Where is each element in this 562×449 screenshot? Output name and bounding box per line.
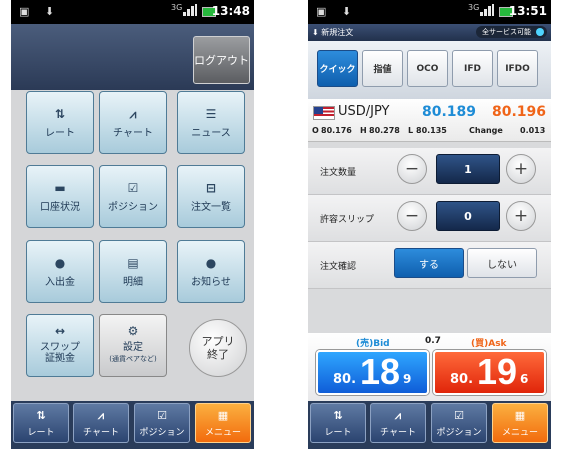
tab-position[interactable]: ☑ ポジション (431, 403, 487, 443)
rate-arrows-icon: ⇅ (36, 409, 46, 422)
menu-statement-button[interactable]: ▤ 明細 (99, 240, 167, 303)
menu-deposit-withdraw-button[interactable]: ● 入出金 (26, 240, 94, 303)
clock: 13:48 (211, 4, 250, 18)
menu-notice-button[interactable]: ● お知らせ (177, 240, 245, 303)
open-value: 80.176 (321, 126, 352, 135)
logout-button[interactable]: ログアウト (193, 36, 250, 84)
order-type-limit[interactable]: 指値 (362, 50, 403, 87)
notice-icon: ● (205, 256, 217, 270)
bid-label: (売)Bid (356, 339, 390, 349)
low-value: 80.135 (416, 126, 447, 135)
tab-rate[interactable]: ⇅ レート (310, 403, 366, 443)
order-type-ifd[interactable]: IFD (452, 50, 493, 87)
confirm-yes-button[interactable]: する (394, 248, 464, 278)
account-card-icon: ▬ (54, 181, 66, 195)
position-check-icon: ☑ (454, 409, 464, 422)
quote-panel: USD/JPY 80.189 80.196 O 80.176 H 80.278 … (308, 99, 551, 142)
exit-app-button[interactable]: アプリ 終了 (189, 319, 247, 377)
menu-swap-margin-button[interactable]: ↔ スワップ 証拠金 (26, 314, 94, 377)
sell-bid-button[interactable]: 80. 18 9 (316, 350, 429, 395)
tab-menu[interactable]: ▦ メニュー (492, 403, 548, 443)
bid-quote: 80.189 (422, 104, 477, 120)
quantity-value[interactable]: 1 (436, 154, 500, 184)
menu-grid-icon: ▦ (514, 409, 526, 422)
rate-arrows-icon: ⇅ (333, 409, 343, 422)
confirm-row: 注文確認 する しない (308, 242, 551, 289)
ask-pip: 6 (520, 372, 529, 386)
buy-ask-button[interactable]: 80. 19 6 (433, 350, 546, 395)
tab-rate[interactable]: ⇅ レート (13, 403, 69, 443)
tab-position[interactable]: ☑ ポジション (134, 403, 190, 443)
order-title: 新規注文 (321, 28, 354, 37)
bottom-tab-bar: ⇅ レート ⩘ チャート ☑ ポジション ▦ メニュー (11, 401, 254, 449)
tab-chart[interactable]: ⩘ チャート (73, 403, 129, 443)
ask-quote: 80.196 (492, 104, 547, 120)
slippage-increment-button[interactable]: + (506, 201, 536, 231)
status-bar: ▣ ⬇ 3G 13:51 (308, 0, 551, 24)
service-status-badge: 全サービス可能 (476, 26, 547, 38)
quantity-label: 注文数量 (320, 168, 357, 178)
rate-arrows-icon: ⇅ (54, 107, 66, 121)
menu-order-list-button[interactable]: ⊟ 注文一覧 (177, 165, 245, 228)
order-type-ifdo[interactable]: IFDO (497, 50, 538, 87)
ask-big-figure: 19 (477, 351, 518, 392)
menu-chart-button[interactable]: ⩘ チャート (99, 91, 167, 154)
position-check-icon: ☑ (127, 181, 139, 195)
status-dot-icon (536, 28, 544, 36)
money-bag-icon: ● (54, 256, 66, 270)
chart-icon: ⩘ (129, 107, 137, 121)
network-type-indicator: 3G (468, 3, 480, 12)
tab-menu[interactable]: ▦ メニュー (195, 403, 251, 443)
chart-icon: ⩘ (97, 409, 105, 422)
clock: 13:51 (508, 4, 547, 18)
bottom-tab-bar: ⇅ レート ⩘ チャート ☑ ポジション ▦ メニュー (308, 401, 551, 449)
quantity-decrement-button[interactable]: − (397, 154, 427, 184)
change-value: 0.013 (520, 126, 546, 135)
slippage-label: 許容スリップ (320, 215, 375, 225)
tab-chart[interactable]: ⩘ チャート (370, 403, 426, 443)
menu-account-status-button[interactable]: ▬ 口座状況 (26, 165, 94, 228)
slippage-value[interactable]: 0 (436, 201, 500, 231)
news-icon: ☰ (205, 107, 217, 121)
menu-news-button[interactable]: ☰ ニュース (177, 91, 245, 154)
order-list-icon: ⊟ (205, 181, 217, 195)
swap-arrows-icon: ↔ (54, 324, 66, 338)
app-header: ログアウト (11, 24, 254, 90)
menu-rate-button[interactable]: ⇅ レート (26, 91, 94, 154)
status-bar: ▣ ⬇ 3G 13:48 (11, 0, 254, 24)
ask-label: (買)Ask (471, 339, 507, 349)
chart-icon: ⩘ (394, 409, 402, 422)
order-type-oco[interactable]: OCO (407, 50, 448, 87)
bid-pip: 9 (403, 372, 412, 386)
spread-value: 0.7 (425, 336, 441, 346)
new-order-screen: ▣ ⬇ 3G 13:51 ⬇ 新規注文 全サービス可能 クイック 指値 OCO … (308, 0, 551, 449)
menu-position-button[interactable]: ☑ ポジション (99, 165, 167, 228)
order-type-quick[interactable]: クイック (317, 50, 358, 87)
confirm-label: 注文確認 (320, 262, 357, 272)
us-flag-icon (313, 106, 335, 120)
price-panel: (売)Bid 0.7 (買)Ask 80. 18 9 80. 19 6 (308, 333, 551, 401)
statement-icon: ▤ (127, 256, 139, 270)
order-header: ⬇ 新規注文 全サービス可能 (308, 24, 551, 41)
high-value: 80.278 (369, 126, 400, 135)
currency-pair[interactable]: USD/JPY (338, 104, 390, 119)
quantity-row: 注文数量 − 1 + (308, 148, 551, 195)
gear-icon: ⚙ (127, 324, 139, 338)
network-type-indicator: 3G (171, 3, 183, 12)
slippage-row: 許容スリップ − 0 + (308, 195, 551, 242)
confirm-no-button[interactable]: しない (467, 248, 537, 278)
bid-big-figure: 18 (360, 351, 401, 392)
menu-screen: ▣ ⬇ 3G 13:48 ログアウト ⇅ レート ⩘ チャート ☰ ニュース ▬… (11, 0, 254, 449)
slippage-decrement-button[interactable]: − (397, 201, 427, 231)
quantity-increment-button[interactable]: + (506, 154, 536, 184)
menu-grid-icon: ▦ (217, 409, 229, 422)
down-arrow-icon: ⬇ (312, 28, 319, 37)
notification-icons: ▣ ⬇ (316, 5, 358, 18)
position-check-icon: ☑ (157, 409, 167, 422)
menu-settings-button[interactable]: ⚙ 設定 (通貨ペアなど) (99, 314, 167, 377)
signal-icon (480, 4, 494, 16)
order-type-selector: クイック 指値 OCO IFD IFDO (308, 41, 551, 99)
notification-icons: ▣ ⬇ (19, 5, 61, 18)
signal-icon (183, 4, 197, 16)
